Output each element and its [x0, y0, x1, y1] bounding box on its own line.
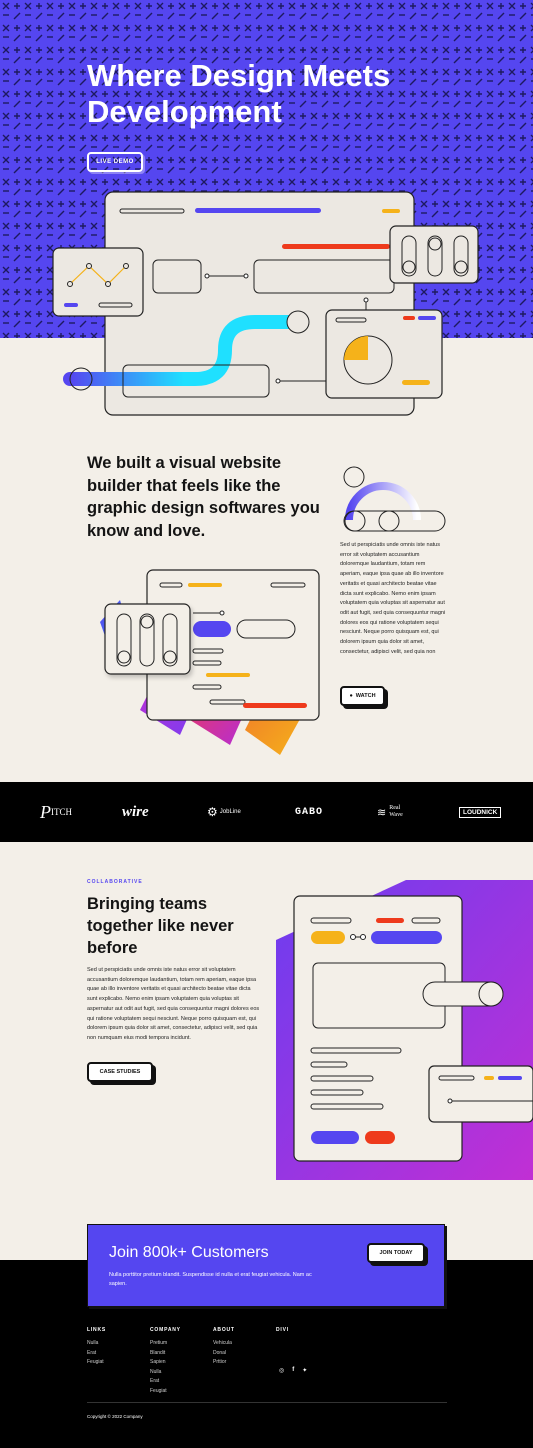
logo-label: ITCH: [51, 807, 72, 817]
footer-link[interactable]: Erat: [150, 1377, 181, 1387]
collab-heading: Bringing teams together like never befor…: [87, 895, 234, 957]
hero-illustration: [52, 191, 479, 416]
join-today-button[interactable]: JOIN TODAY: [367, 1243, 425, 1263]
collab-illustration: [276, 880, 533, 1180]
instagram-icon[interactable]: ◎: [279, 1367, 284, 1374]
footer-column-links: LINKS Nulla Erat Feugiat: [87, 1327, 106, 1368]
logo-gabo: GABO: [295, 806, 324, 818]
cta-text: Nulla porttitor pretium blandit. Suspend…: [109, 1272, 312, 1287]
footer-link[interactable]: Nulla: [87, 1339, 106, 1349]
twitter-icon[interactable]: ✦: [302, 1367, 307, 1374]
copyright: Copyright © 2022 Company: [87, 1414, 143, 1419]
social-links: ◎ f ✦: [279, 1367, 307, 1374]
logo-jobline: ⚙ JobLine: [207, 782, 241, 842]
footer-link[interactable]: Sapien: [150, 1358, 181, 1368]
footer-link[interactable]: Pretium: [150, 1339, 181, 1349]
builder-illustration: [100, 569, 320, 755]
footer-link[interactable]: Blandit: [150, 1349, 181, 1359]
footer-column-title: ABOUT: [213, 1327, 235, 1333]
intro-heading: We built a visual website builder that f…: [87, 454, 320, 540]
footer-column-title: COMPANY: [150, 1327, 181, 1333]
footer-column-company: COMPANY Pretium Blandit Sapien Nulla Era…: [150, 1327, 181, 1396]
play-icon: ●: [349, 693, 353, 699]
footer-link[interactable]: Donal: [213, 1349, 235, 1359]
footer-link[interactable]: Prttior: [213, 1358, 235, 1368]
facebook-icon[interactable]: f: [292, 1367, 294, 1374]
logo-wire: wire: [122, 803, 149, 820]
footer-link[interactable]: Vehicula: [213, 1339, 235, 1349]
case-studies-button[interactable]: CASE STUDIES: [87, 1062, 153, 1082]
footer-divider: [87, 1402, 447, 1403]
footer-column-about: ABOUT Vehicula Donal Prttior: [213, 1327, 235, 1368]
collab-eyebrow: COLLABORATIVE: [87, 879, 143, 885]
cog-icon: ⚙: [207, 805, 218, 819]
footer-link[interactable]: Feugiat: [87, 1358, 106, 1368]
live-demo-button[interactable]: LIVE DEMO: [87, 152, 143, 172]
logo-label: JobLine: [219, 809, 241, 815]
logo-label: LOUDNICK: [459, 806, 502, 818]
footer-column-divi: DIVI: [276, 1327, 289, 1339]
toggle-illustration: [343, 466, 446, 532]
watch-label: WATCH: [355, 693, 376, 699]
footer-link[interactable]: Nulla: [150, 1368, 181, 1378]
logo-realwave: ≋ Real Wave: [377, 782, 409, 842]
watch-button[interactable]: ● WATCH: [340, 686, 385, 706]
collab-body: Sed ut perspiciatis unde omnis iste natu…: [87, 967, 260, 1041]
footer-column-title: LINKS: [87, 1327, 106, 1333]
wave-icon: ≋: [377, 806, 387, 819]
logo-label: Real Wave: [389, 805, 403, 818]
hero-title: Where Design Meets Development: [87, 58, 391, 129]
footer-link[interactable]: Feugiat: [150, 1387, 181, 1397]
footer-link[interactable]: Erat: [87, 1349, 106, 1359]
logo-loudnick: LOUDNICK: [459, 782, 502, 842]
logo-pitch: P ITCH: [40, 801, 72, 822]
intro-body: Sed ut perspiciatis unde omnis iste natu…: [340, 542, 446, 655]
cta-banner: Join 800k+ Customers Nulla porttitor pre…: [87, 1224, 445, 1307]
cta-title: Join 800k+ Customers: [109, 1244, 269, 1261]
logo-strip: P ITCH wire ⚙ JobLine GABO ≋ Real Wave LOUD…: [0, 782, 533, 842]
footer-column-title: DIVI: [276, 1327, 289, 1333]
